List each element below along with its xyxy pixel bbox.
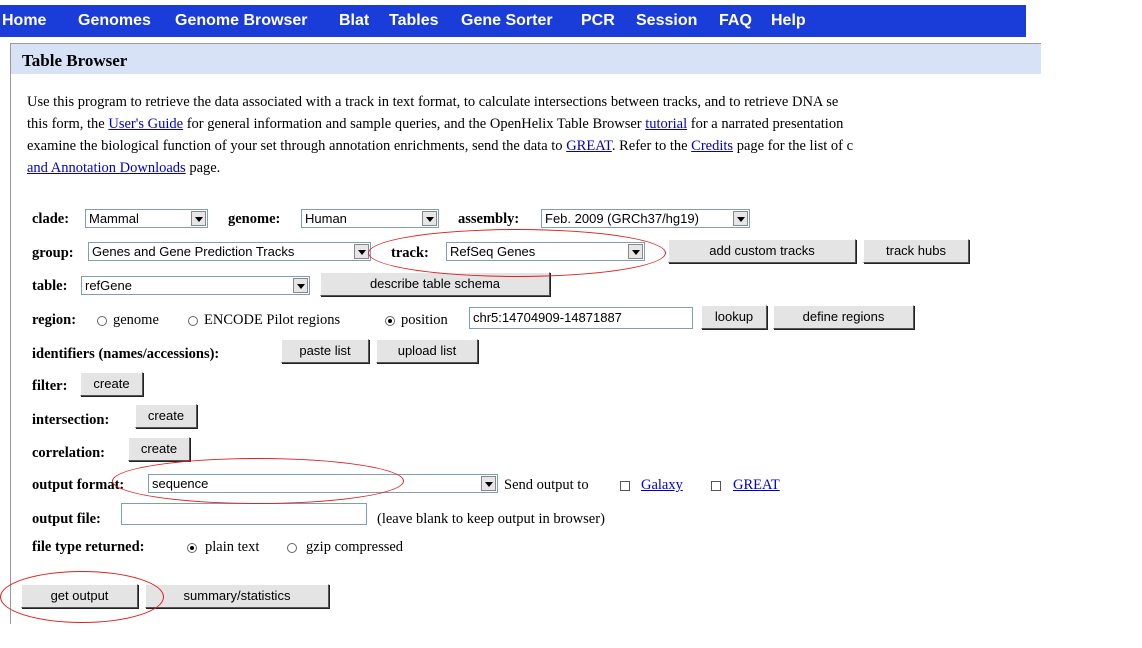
great-checkbox[interactable] <box>711 481 721 491</box>
intro-line-2: this form, the User's Guide for general … <box>27 116 844 132</box>
top-nav-bar: Home Genomes Genome Browser Blat Tables … <box>0 5 1026 37</box>
table-select[interactable]: refGene <box>81 276 310 295</box>
genome-label: genome: <box>228 211 281 227</box>
add-custom-tracks-button[interactable]: add custom tracks <box>668 239 856 263</box>
group-label: group: <box>32 245 74 261</box>
assembly-select[interactable]: Feb. 2009 (GRCh37/hg19) <box>541 209 750 228</box>
galaxy-link[interactable]: Galaxy <box>641 477 683 494</box>
intro-line-1: Use this program to retrieve the data as… <box>27 94 839 110</box>
correlation-label: correlation: <box>32 445 106 461</box>
file-type-label: file type returned: <box>32 539 145 555</box>
filter-create-button[interactable]: create <box>80 372 143 396</box>
nav-genome-browser[interactable]: Genome Browser <box>175 12 307 30</box>
nav-session[interactable]: Session <box>636 12 697 30</box>
nav-tables[interactable]: Tables <box>389 12 439 30</box>
plain-text-label: plain text <box>205 539 260 555</box>
chevron-down-icon <box>628 244 643 259</box>
nav-blat[interactable]: Blat <box>339 12 369 30</box>
table-browser-panel: Table Browser Use this program to retrie… <box>10 43 1041 624</box>
track-label: track: <box>391 245 429 261</box>
credits-link[interactable]: Credits <box>691 138 733 154</box>
annotation-downloads-link[interactable]: and Annotation Downloads <box>27 160 186 176</box>
track-hubs-button[interactable]: track hubs <box>863 239 969 263</box>
output-format-select[interactable]: sequence <box>148 474 498 493</box>
nav-home[interactable]: Home <box>2 12 46 30</box>
position-input[interactable]: chr5:14704909-14871887 <box>469 307 693 329</box>
page-title: Table Browser <box>22 51 128 70</box>
region-position-radio[interactable] <box>385 316 395 326</box>
panel-title-bar: Table Browser <box>11 44 1041 74</box>
plain-text-radio[interactable] <box>187 543 197 553</box>
output-file-hint: (leave blank to keep output in browser) <box>377 511 605 527</box>
upload-list-button[interactable]: upload list <box>376 339 478 363</box>
get-output-button[interactable]: get output <box>21 584 138 608</box>
genome-select[interactable]: Human <box>301 209 439 228</box>
output-format-label: output format: <box>32 477 125 493</box>
great-output-link[interactable]: GREAT <box>733 477 780 494</box>
intro-line-3: examine the biological function of your … <box>27 138 854 154</box>
gzip-radio[interactable] <box>287 543 297 553</box>
assembly-label: assembly: <box>458 211 520 227</box>
summary-statistics-button[interactable]: summary/statistics <box>145 584 329 608</box>
tutorial-link[interactable]: tutorial <box>645 116 687 132</box>
nav-faq[interactable]: FAQ <box>719 12 752 30</box>
gzip-label: gzip compressed <box>306 539 404 555</box>
clade-label: clade: <box>32 211 70 227</box>
region-position-label: position <box>401 312 448 328</box>
lookup-button[interactable]: lookup <box>701 305 767 329</box>
nav-pcr[interactable]: PCR <box>581 12 615 30</box>
intersection-label: intersection: <box>32 412 110 428</box>
chevron-down-icon <box>354 244 369 259</box>
group-select[interactable]: Genes and Gene Prediction Tracks <box>88 242 371 261</box>
region-encode-radio[interactable] <box>188 316 198 326</box>
region-genome-label: genome <box>113 312 159 328</box>
chevron-down-icon <box>191 211 206 226</box>
region-encode-label: ENCODE Pilot regions <box>204 312 341 328</box>
nav-genomes[interactable]: Genomes <box>78 12 151 30</box>
clade-select[interactable]: Mammal <box>85 209 208 228</box>
describe-table-schema-button[interactable]: describe table schema <box>320 272 550 296</box>
intro-line-4: and Annotation Downloads page. <box>27 160 221 176</box>
users-guide-link[interactable]: User's Guide <box>108 116 183 132</box>
chevron-down-icon <box>293 278 308 293</box>
region-label: region: <box>32 312 77 328</box>
intersection-create-button[interactable]: create <box>135 404 197 428</box>
great-link[interactable]: GREAT <box>566 138 612 154</box>
chevron-down-icon <box>733 211 748 226</box>
track-select[interactable]: RefSeq Genes <box>446 242 645 261</box>
region-genome-radio[interactable] <box>97 316 107 326</box>
chevron-down-icon <box>422 211 437 226</box>
table-label: table: <box>32 278 68 294</box>
filter-label: filter: <box>32 378 68 394</box>
chevron-down-icon <box>481 476 496 491</box>
output-file-label: output file: <box>32 511 101 527</box>
send-output-to-label: Send output to <box>504 477 589 493</box>
identifiers-label: identifiers (names/accessions): <box>32 346 220 362</box>
galaxy-checkbox[interactable] <box>620 481 630 491</box>
nav-help[interactable]: Help <box>771 12 806 30</box>
paste-list-button[interactable]: paste list <box>281 339 369 363</box>
define-regions-button[interactable]: define regions <box>773 305 914 329</box>
correlation-create-button[interactable]: create <box>128 437 190 461</box>
nav-gene-sorter[interactable]: Gene Sorter <box>461 12 553 30</box>
output-file-input[interactable] <box>121 503 367 525</box>
